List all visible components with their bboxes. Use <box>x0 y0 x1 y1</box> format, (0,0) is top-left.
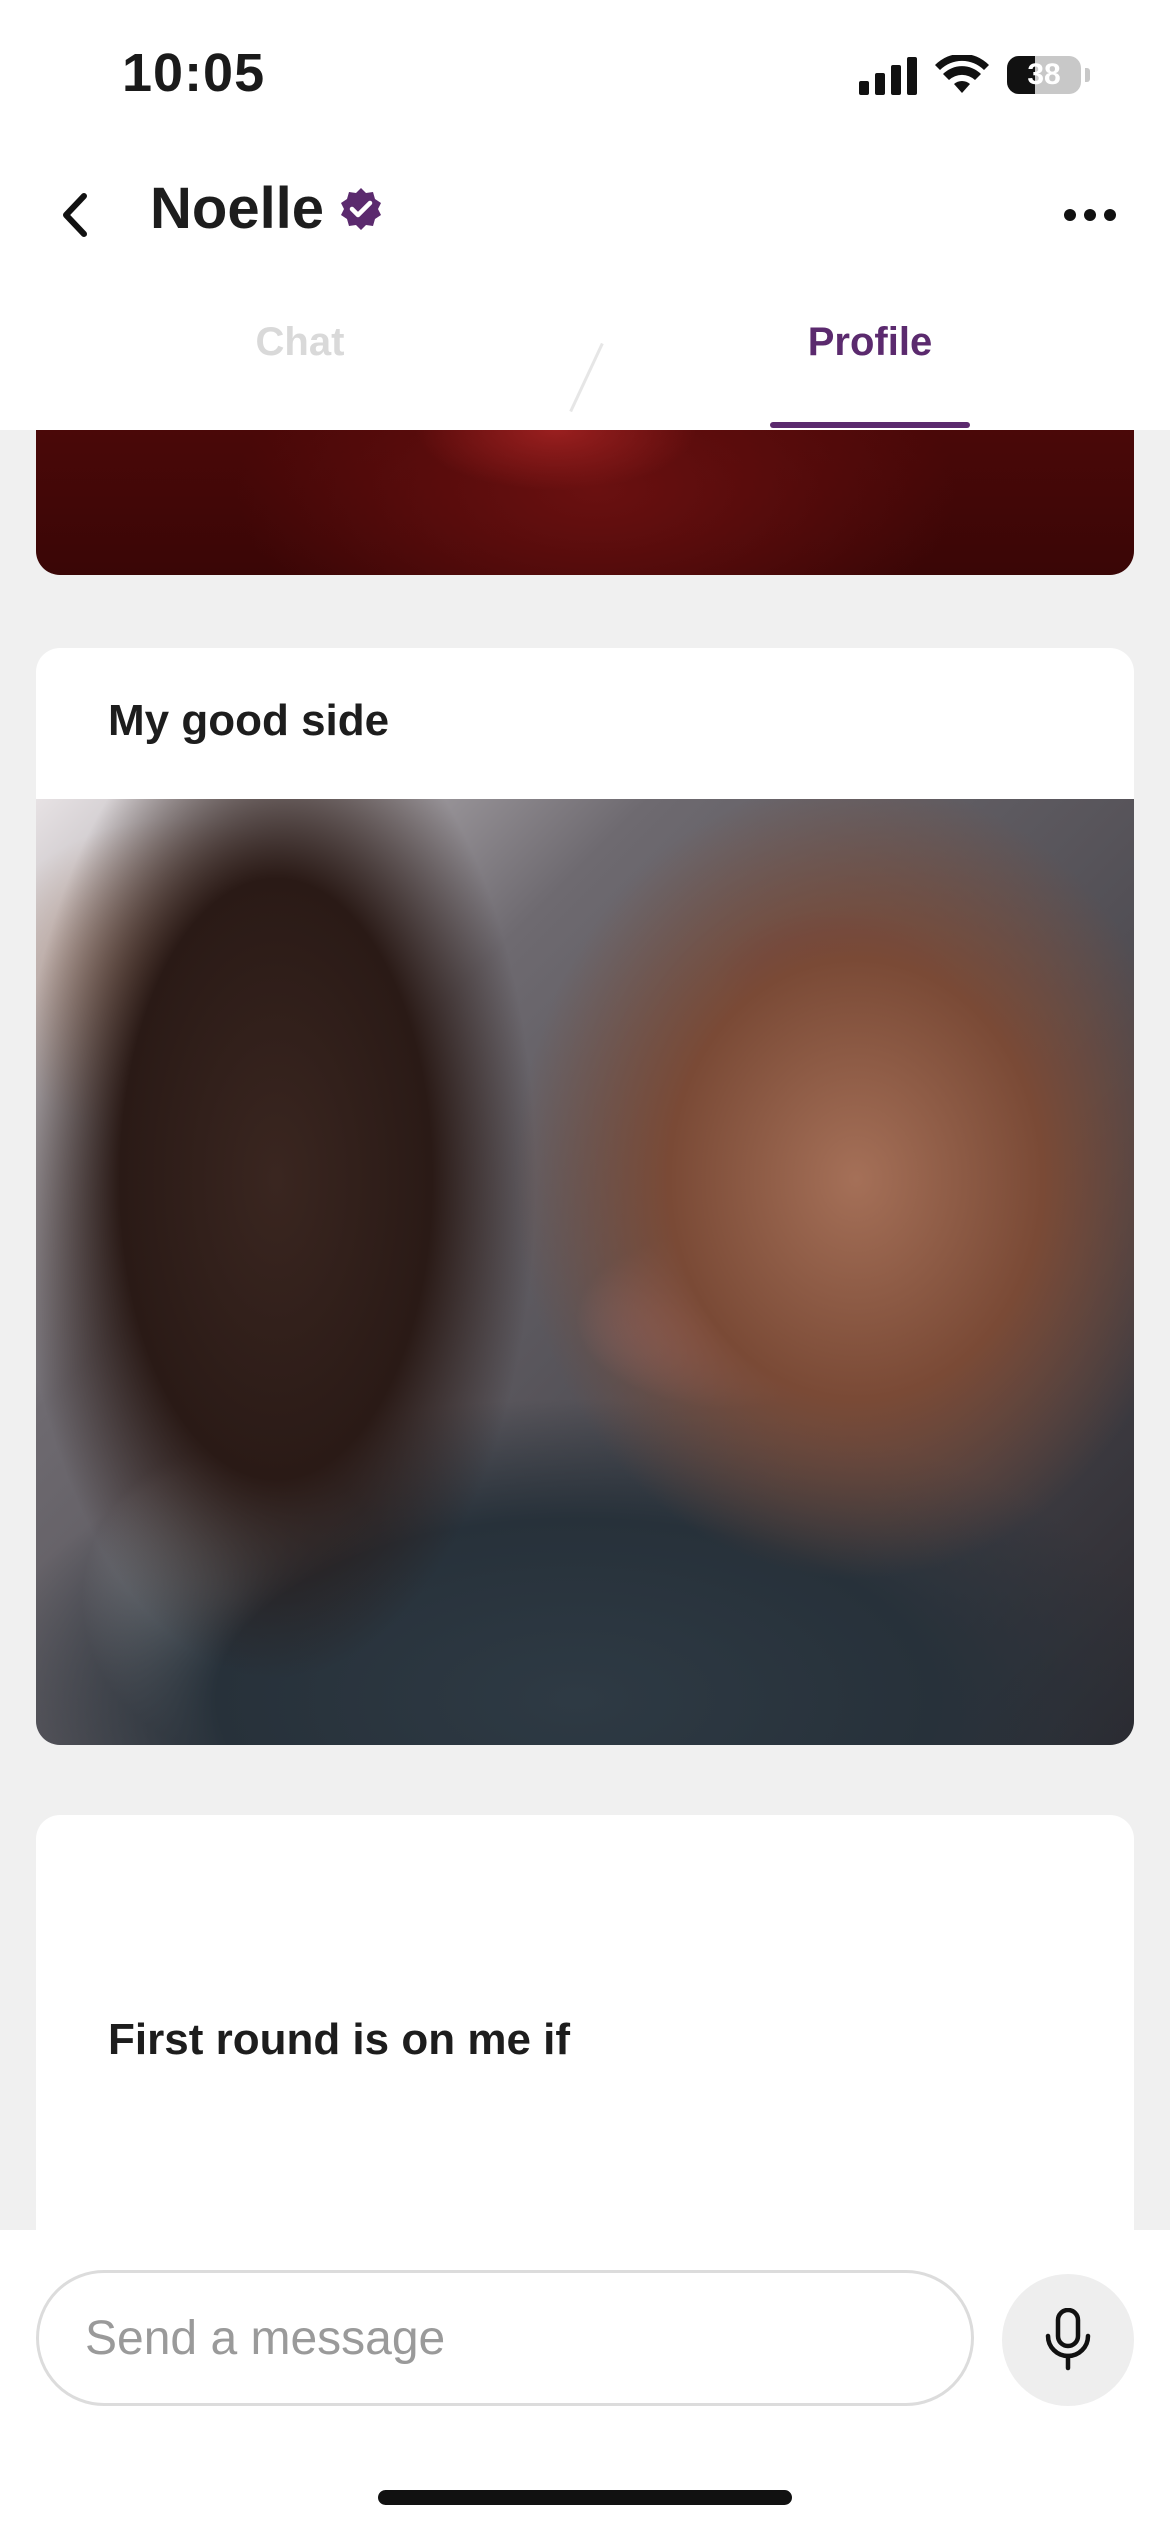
wifi-icon <box>935 55 989 93</box>
more-dot-icon <box>1084 209 1096 221</box>
status-icons: 38 <box>859 50 1090 100</box>
page-title: Noelle <box>150 176 325 241</box>
battery-cap <box>1085 68 1090 82</box>
back-button[interactable] <box>40 180 110 250</box>
photo-card: My good side <box>36 648 1134 1745</box>
active-tab-indicator <box>770 422 970 428</box>
card-title: My good side <box>108 696 390 745</box>
battery-icon: 38 <box>1007 56 1081 94</box>
more-dot-icon <box>1104 209 1116 221</box>
more-dot-icon <box>1064 209 1076 221</box>
message-input[interactable] <box>36 2270 974 2406</box>
profile-scroll-content[interactable]: My good side First round is on me if <box>0 430 1170 2230</box>
prompt-title: First round is on me if <box>108 2015 571 2064</box>
voice-message-button[interactable] <box>1002 2274 1134 2406</box>
tab-divider <box>569 342 604 413</box>
verified-badge-icon <box>341 187 382 230</box>
top-bar: 10:05 38 Noelle Chat Profile <box>0 0 1170 430</box>
tab-profile[interactable]: Profile <box>770 320 970 365</box>
profile-name: Noelle <box>150 175 384 242</box>
nav-bar: Noelle <box>0 160 1170 270</box>
more-options-button[interactable] <box>1050 180 1130 250</box>
home-indicator <box>378 2490 792 2505</box>
tab-chat[interactable]: Chat <box>200 320 400 365</box>
profile-photo[interactable] <box>36 799 1134 1745</box>
chevron-left-icon <box>63 193 87 237</box>
profile-photo[interactable] <box>36 430 1134 575</box>
status-time: 10:05 <box>122 43 266 103</box>
cellular-signal-icon <box>859 55 917 95</box>
microphone-icon <box>1045 2308 1091 2371</box>
prompt-card: First round is on me if <box>36 1815 1134 2230</box>
battery-level: 38 <box>1027 58 1061 91</box>
message-composer <box>0 2230 1170 2532</box>
tab-bar: Chat Profile <box>0 300 1170 430</box>
